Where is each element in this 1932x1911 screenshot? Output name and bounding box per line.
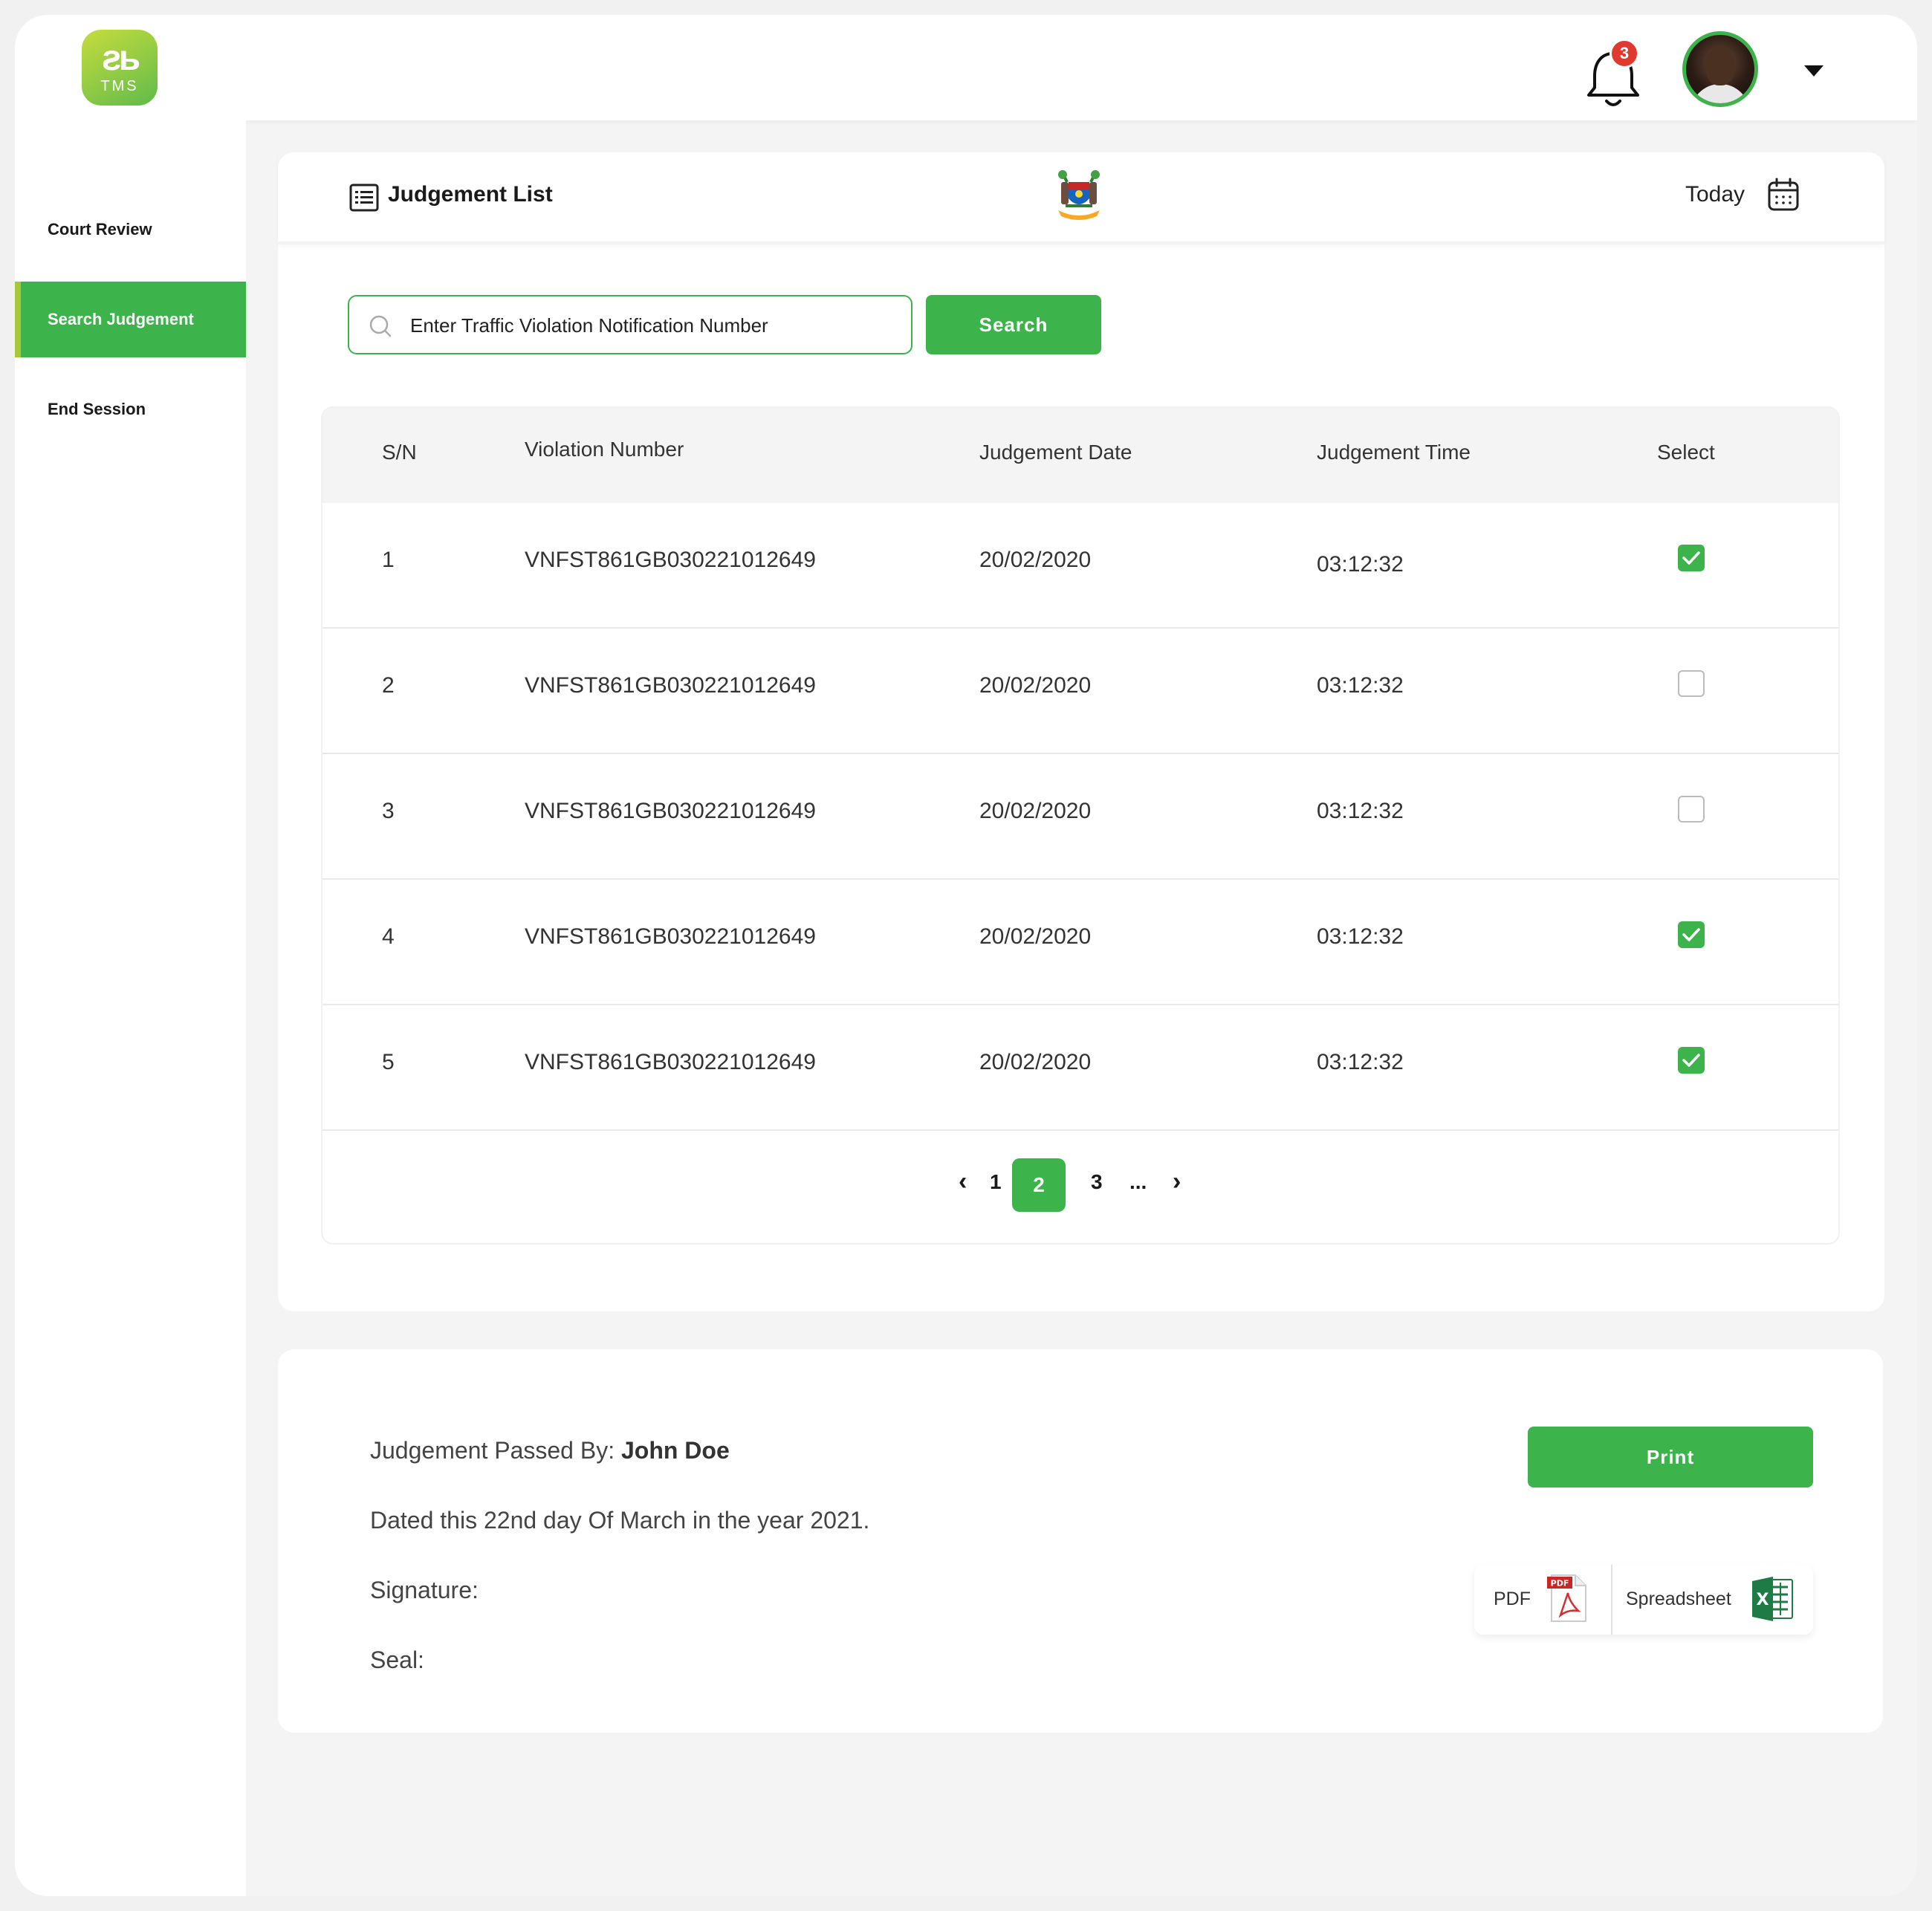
avatar[interactable] [1682,31,1758,107]
select-checkbox[interactable] [1678,921,1705,948]
column-header-select: Select [1657,441,1715,464]
notification-badge: 3 [1610,39,1639,68]
calendar-icon[interactable] [1767,178,1800,212]
sidebar-item-court-review[interactable]: Court Review [15,192,246,267]
seal-label: Seal: [370,1646,424,1673]
card-header: Judgement List Today [278,152,1884,244]
logo-mark-icon: ƨь [101,39,140,78]
print-button[interactable]: Print [1528,1427,1813,1487]
sidebar-item-label: Search Judgement [48,310,194,328]
table-header: S/N Violation Number Judgement Date Judg… [322,408,1838,503]
sidebar-item-search-judgement[interactable]: Search Judgement [15,282,246,357]
page-button-3[interactable]: 3 [1091,1170,1103,1194]
cell-sn: 4 [382,924,395,949]
select-checkbox[interactable] [1678,1047,1705,1074]
check-icon [1682,551,1700,565]
search-field[interactable] [348,295,912,354]
column-header-violation-number: Violation Number [525,438,684,461]
cell-judgement-time: 03:12:32 [1317,799,1404,823]
cell-judgement-time: 03:12:32 [1317,1050,1404,1074]
cell-sn: 3 [382,799,395,823]
cell-judgement-time: 03:12:32 [1317,673,1404,698]
sidebar-item-label: Court Review [48,220,152,239]
sidebar-item-end-session[interactable]: End Session [15,372,246,447]
cell-judgement-time: 03:12:32 [1317,552,1404,577]
cell-violation-number: VNFST861GB030221012649 [525,924,816,949]
cell-judgement-date: 20/02/2020 [979,1050,1092,1074]
judgement-passed-by: Judgement Passed By: John Doe [370,1437,730,1464]
pagination: ‹ 1 2 3 ... › [322,1126,1838,1243]
check-icon [1682,1054,1700,1067]
table-row[interactable]: 4 VNFST861GB030221012649 20/02/2020 03:1… [322,880,1838,1005]
column-header-judgement-date: Judgement Date [979,441,1132,464]
table-row[interactable]: 3 VNFST861GB030221012649 20/02/2020 03:1… [322,754,1838,880]
cell-violation-number: VNFST861GB030221012649 [525,673,816,698]
excel-file-icon[interactable]: X [1751,1575,1794,1623]
tms-logo[interactable]: ƨь TMS [82,30,158,106]
pdf-icon-label: PDF [1551,1579,1569,1589]
page-title: Judgement List [388,182,553,207]
passed-by-label: Judgement Passed By: [370,1437,615,1464]
cell-violation-number: VNFST861GB030221012649 [525,1050,816,1074]
page-ellipsis: ... [1129,1170,1147,1193]
sidebar: Court Review Search Judgement End Sessio… [15,120,246,1896]
select-checkbox[interactable] [1678,796,1705,823]
date-filter-label[interactable]: Today [1685,182,1745,207]
judgement-details-card: Judgement Passed By: John Doe Dated this… [278,1349,1883,1733]
page-button-2-active[interactable]: 2 [1012,1158,1066,1212]
column-header-sn: S/N [382,441,417,464]
cell-sn: 1 [382,548,395,572]
cell-violation-number: VNFST861GB030221012649 [525,548,816,572]
top-bar: ƨь TMS 3 [15,15,1917,120]
cell-judgement-date: 20/02/2020 [979,799,1092,823]
search-icon [369,315,392,337]
judgement-table: S/N Violation Number Judgement Date Judg… [321,406,1840,1245]
column-header-judgement-time: Judgement Time [1317,441,1471,464]
select-checkbox[interactable] [1678,670,1705,697]
next-page-button[interactable]: › [1173,1167,1181,1196]
cell-judgement-date: 20/02/2020 [979,548,1092,572]
passed-by-name: John Doe [620,1437,730,1464]
export-options: PDF PDF Spreadsheet X [1474,1565,1813,1635]
cell-judgement-date: 20/02/2020 [979,673,1092,698]
state-crest-icon [1058,170,1100,220]
pdf-file-icon[interactable]: PDF [1546,1572,1590,1624]
app-frame: ƨь TMS 3 Court Review Search Judgement E… [15,15,1917,1896]
cell-judgement-time: 03:12:32 [1317,924,1404,949]
logo-text: TMS [100,78,139,94]
sidebar-item-label: End Session [48,400,146,418]
cell-judgement-date: 20/02/2020 [979,924,1092,949]
chevron-down-icon[interactable] [1804,65,1824,77]
search-input[interactable] [410,307,893,344]
page-button-1[interactable]: 1 [990,1170,1002,1194]
judgement-list-card: Judgement List Today Enter Traffic Viola… [278,152,1884,1311]
dated-text: Dated this 22nd day Of March in the year… [370,1507,870,1534]
signature-label: Signature: [370,1577,479,1603]
cell-sn: 2 [382,673,395,698]
search-button[interactable]: Search [926,295,1101,354]
table-row[interactable]: 1 VNFST861GB030221012649 20/02/2020 03:1… [322,503,1838,629]
list-icon [349,184,379,212]
excel-icon-label: X [1757,1591,1769,1609]
table-row[interactable]: 5 VNFST861GB030221012649 20/02/2020 03:1… [322,1005,1838,1131]
check-icon [1682,928,1700,941]
select-checkbox[interactable] [1678,545,1705,571]
cell-violation-number: VNFST861GB030221012649 [525,799,816,823]
export-spreadsheet-button[interactable]: Spreadsheet [1626,1589,1731,1610]
table-row[interactable]: 2 VNFST861GB030221012649 20/02/2020 03:1… [322,629,1838,754]
export-pdf-button[interactable]: PDF [1494,1589,1531,1610]
prev-page-button[interactable]: ‹ [959,1167,967,1196]
cell-sn: 5 [382,1050,395,1074]
